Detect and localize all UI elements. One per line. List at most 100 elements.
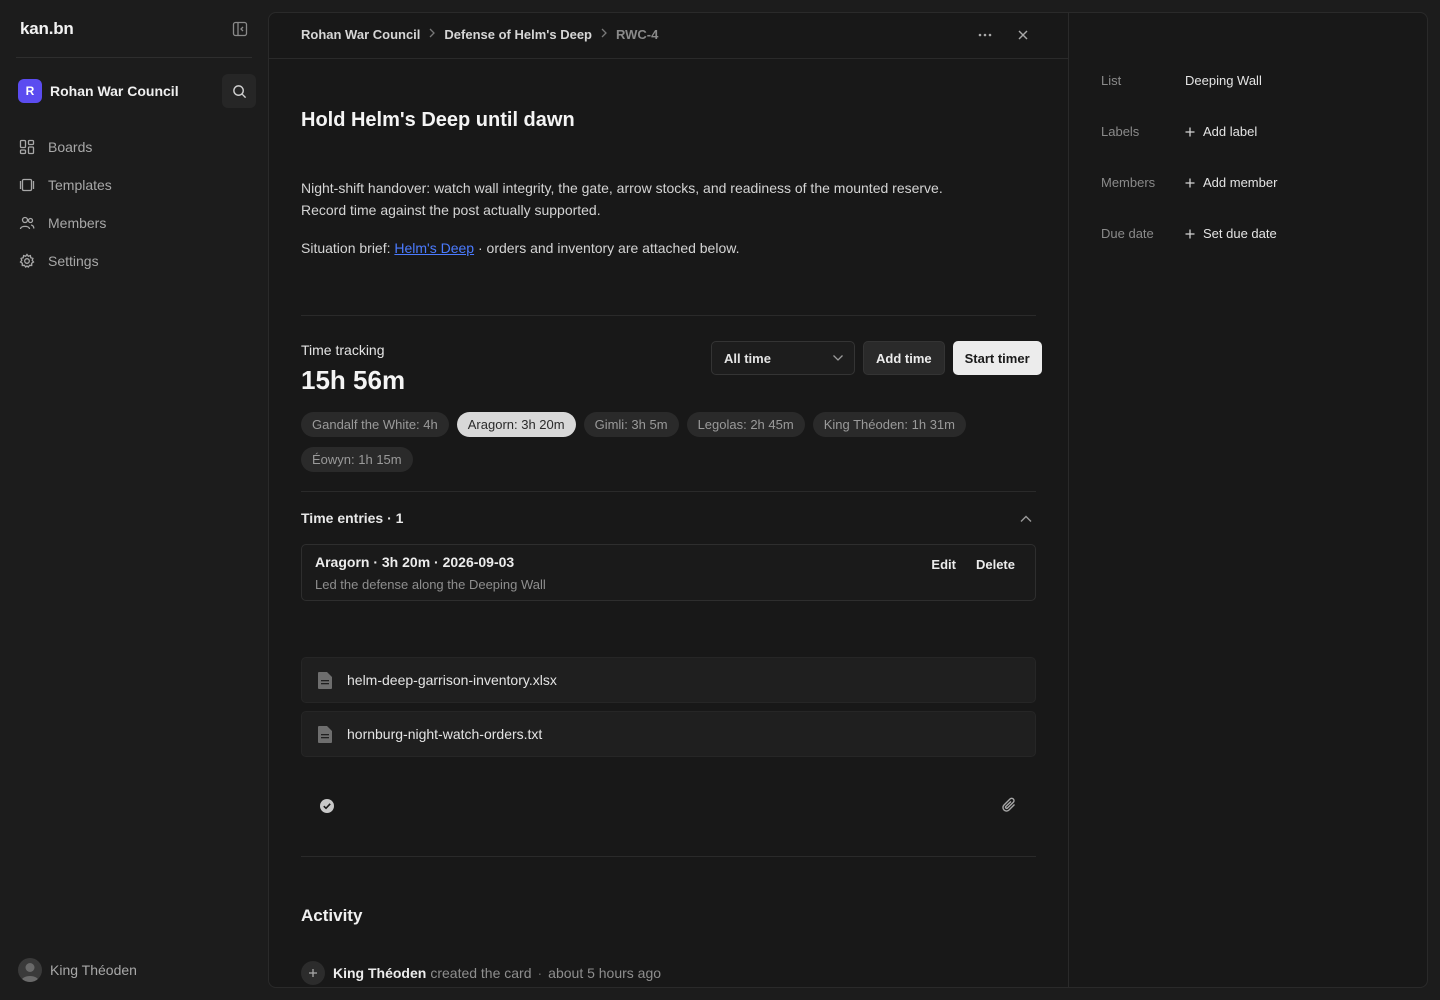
- delete-button[interactable]: Delete: [976, 557, 1015, 572]
- card-properties: List Deeping Wall Labels Add label Membe…: [1068, 13, 1427, 987]
- paperclip-icon[interactable]: [1001, 797, 1017, 818]
- workspace-name: Rohan War Council: [50, 83, 179, 99]
- card-topbar: Rohan War Council Defense of Helm's Deep…: [269, 13, 1068, 59]
- section-divider: [301, 491, 1036, 492]
- chevron-right-icon: [600, 28, 608, 41]
- start-timer-button[interactable]: Start timer: [952, 341, 1042, 375]
- property-label: Due date: [1101, 226, 1154, 241]
- member-time-chip[interactable]: Gimli: 3h 5m: [583, 412, 679, 437]
- sidebar-divider: [16, 57, 252, 58]
- card-main: Rohan War Council Defense of Helm's Deep…: [269, 13, 1068, 987]
- breadcrumb-workspace[interactable]: Rohan War Council: [301, 27, 420, 42]
- plus-icon: [1185, 229, 1195, 239]
- sidebar-item-label: Templates: [48, 177, 112, 193]
- activity-user: King Théoden: [333, 965, 427, 981]
- property-labels: Labels Add label: [1101, 124, 1257, 139]
- activity-time: about 5 hours ago: [548, 965, 662, 981]
- time-range-value: All time: [724, 350, 771, 366]
- sidebar-nav: Boards Templates Members Settings: [18, 128, 112, 280]
- attachment-item[interactable]: hornburg-night-watch-orders.txt: [301, 711, 1036, 757]
- property-members: Members Add member: [1101, 175, 1277, 190]
- set-due-date-button[interactable]: Set due date: [1185, 226, 1277, 241]
- card-title[interactable]: Hold Helm's Deep until dawn: [301, 109, 575, 132]
- chevron-right-icon: [428, 28, 436, 41]
- property-list: List Deeping Wall: [1101, 73, 1262, 88]
- add-label-button[interactable]: Add label: [1185, 124, 1257, 139]
- plus-icon: [1185, 127, 1195, 137]
- time-by-member-chips: Gandalf the White: 4h Aragorn: 3h 20m Gi…: [301, 412, 1041, 472]
- sidebar-item-settings[interactable]: Settings: [18, 242, 112, 280]
- separator-dot: ·: [537, 965, 543, 981]
- time-tracking-label: Time tracking: [301, 342, 385, 358]
- sidebar: kan.bn R Rohan War Council Boards Templa…: [0, 0, 268, 1000]
- description-text: · orders and inventory are attached belo…: [474, 240, 740, 256]
- section-divider: [301, 315, 1036, 316]
- time-entry: Aragorn · 3h 20m · 2026-09-03 Led the de…: [301, 544, 1036, 601]
- sidebar-item-members[interactable]: Members: [18, 204, 112, 242]
- card-panel: Rohan War Council Defense of Helm's Deep…: [268, 12, 1428, 988]
- plus-icon: [301, 961, 325, 985]
- time-range-select[interactable]: All time: [711, 341, 855, 375]
- sidebar-item-label: Boards: [48, 139, 93, 155]
- attachment-name: helm-deep-garrison-inventory.xlsx: [347, 672, 557, 688]
- section-divider: [301, 856, 1036, 857]
- search-icon: [232, 84, 246, 98]
- time-entry-note: Led the defense along the Deeping Wall: [315, 577, 546, 592]
- activity-item: King Théoden created the card · about 5 …: [301, 961, 661, 985]
- collapse-sidebar-icon[interactable]: [230, 19, 250, 39]
- list-value[interactable]: Deeping Wall: [1185, 73, 1262, 88]
- app-logo[interactable]: kan.bn: [20, 19, 74, 39]
- time-tracking-controls: All time Add time Start timer: [711, 341, 1042, 375]
- edit-button[interactable]: Edit: [931, 557, 956, 572]
- plus-icon: [1185, 178, 1195, 188]
- search-button[interactable]: [222, 74, 256, 108]
- user-menu[interactable]: King Théoden: [18, 958, 137, 982]
- description-paragraph: Night-shift handover: watch wall integri…: [301, 180, 943, 218]
- attachment-item[interactable]: helm-deep-garrison-inventory.xlsx: [301, 657, 1036, 703]
- sidebar-item-boards[interactable]: Boards: [18, 128, 112, 166]
- avatar: [18, 958, 42, 982]
- templates-icon: [18, 176, 36, 194]
- add-label-text: Add label: [1203, 124, 1258, 139]
- workspace-avatar: R: [18, 79, 42, 103]
- sidebar-item-templates[interactable]: Templates: [18, 166, 112, 204]
- time-entries-heading: Time entries · 1: [301, 510, 404, 526]
- boards-icon: [18, 138, 36, 156]
- members-icon: [18, 214, 36, 232]
- more-options-icon[interactable]: [976, 26, 994, 44]
- chevron-down-icon: [833, 355, 843, 361]
- property-label: List: [1101, 73, 1122, 88]
- set-due-date-text: Set due date: [1203, 226, 1277, 241]
- settings-icon: [18, 252, 36, 270]
- chevron-up-icon[interactable]: [1019, 511, 1033, 529]
- member-time-chip[interactable]: King Théoden: 1h 31m: [812, 412, 966, 437]
- description-link[interactable]: Helm's Deep: [394, 240, 474, 256]
- breadcrumb-card-id: RWC-4: [616, 27, 659, 42]
- card-description[interactable]: Night-shift handover: watch wall integri…: [301, 177, 991, 259]
- member-time-chip[interactable]: Gandalf the White: 4h: [301, 412, 449, 437]
- card-actions: [976, 26, 1032, 44]
- property-label: Members: [1101, 175, 1156, 190]
- member-time-chip[interactable]: Éowyn: 1h 15m: [301, 447, 413, 472]
- close-icon[interactable]: [1014, 26, 1032, 44]
- sidebar-item-label: Settings: [48, 253, 99, 269]
- property-label: Labels: [1101, 124, 1140, 139]
- add-time-button[interactable]: Add time: [863, 341, 945, 375]
- time-tracking-total: 15h 56m: [301, 365, 406, 395]
- activity-text: created the card: [430, 965, 532, 981]
- sidebar-item-label: Members: [48, 215, 107, 231]
- file-icon: [316, 671, 334, 689]
- time-entry-summary: Aragorn · 3h 20m · 2026-09-03: [315, 554, 515, 570]
- check-circle-icon[interactable]: [319, 798, 335, 819]
- workspace-switcher[interactable]: R Rohan War Council: [18, 78, 179, 104]
- property-due-date: Due date Set due date: [1101, 226, 1277, 241]
- description-text: Situation brief:: [301, 240, 395, 256]
- activity-title: Activity: [301, 906, 363, 925]
- attachment-name: hornburg-night-watch-orders.txt: [347, 726, 543, 742]
- user-name: King Théoden: [50, 962, 137, 978]
- member-time-chip-active[interactable]: Aragorn: 3h 20m: [456, 412, 576, 437]
- member-time-chip[interactable]: Legolas: 2h 45m: [686, 412, 805, 437]
- breadcrumb-board[interactable]: Defense of Helm's Deep: [444, 27, 592, 42]
- breadcrumb: Rohan War Council Defense of Helm's Deep…: [301, 27, 658, 42]
- add-member-button[interactable]: Add member: [1185, 175, 1277, 190]
